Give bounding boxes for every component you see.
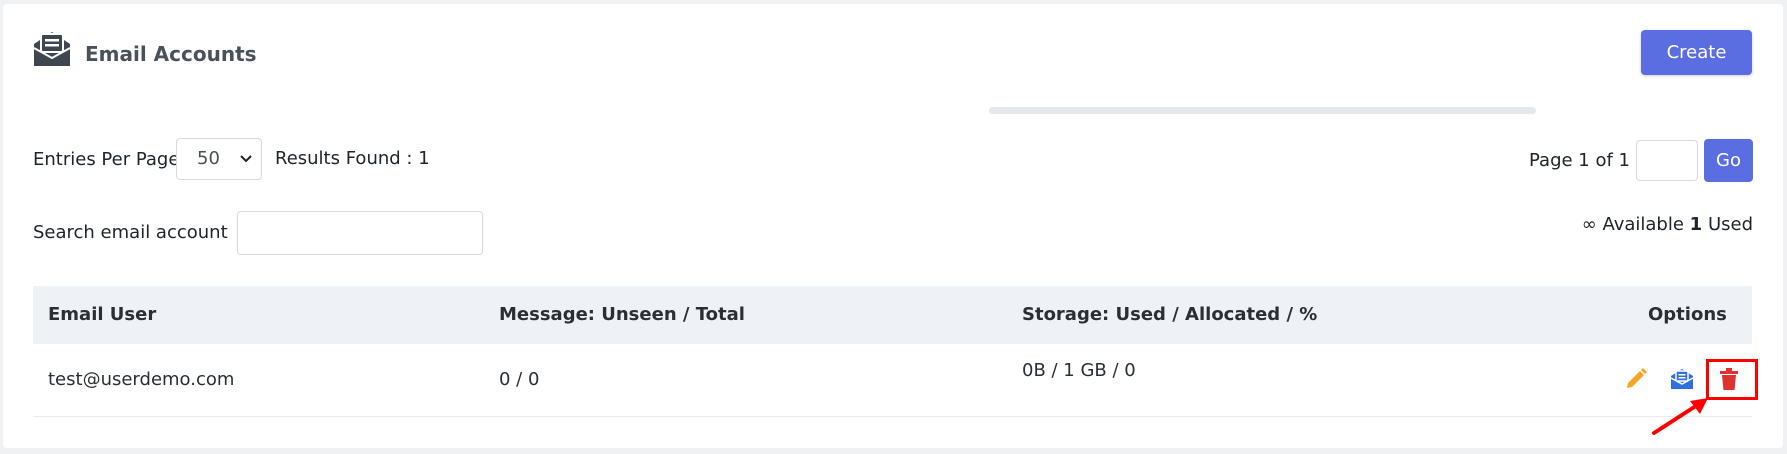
email-accounts-table: Email User Message: Unseen / Total Stora…	[33, 286, 1752, 417]
page-indicator: Page 1 of 1	[1529, 150, 1630, 171]
used-count: 1	[1689, 214, 1703, 235]
search-input[interactable]	[237, 211, 483, 255]
chevron-down-icon	[240, 155, 252, 163]
results-found-label: Results Found : 1	[275, 148, 430, 169]
envelope-open-icon	[33, 32, 71, 66]
messages-cell: 0 / 0	[499, 369, 540, 390]
search-label: Search email account	[33, 222, 228, 243]
available-label: Available	[1602, 214, 1684, 235]
create-button[interactable]: Create	[1641, 30, 1752, 75]
entries-per-page-label: Entries Per Page	[33, 149, 180, 170]
go-button[interactable]: Go	[1704, 139, 1753, 182]
envelope-open-icon[interactable]	[1669, 366, 1695, 392]
column-header-messages: Message: Unseen / Total	[499, 304, 745, 325]
page-number-input[interactable]	[1636, 140, 1698, 181]
column-header-options: Options	[1648, 304, 1727, 325]
account-usage-summary: ∞ Available 1 Used	[1582, 214, 1753, 235]
entries-per-page-select[interactable]: 50	[176, 138, 262, 180]
table-row: test@userdemo.com 0 / 0 0B / 1 GB / 0	[33, 344, 1752, 417]
used-label: Used	[1707, 214, 1753, 235]
page-title: Email Accounts	[85, 42, 257, 66]
delete-highlight-annotation	[1706, 359, 1758, 400]
column-header-storage: Storage: Used / Allocated / %	[1022, 304, 1318, 325]
annotation-arrow-icon	[1652, 398, 1708, 435]
entries-per-page-value: 50	[197, 148, 220, 169]
storage-cell: 0B / 1 GB / 0	[1022, 360, 1136, 381]
table-header: Email User Message: Unseen / Total Stora…	[33, 286, 1752, 344]
pencil-icon[interactable]	[1623, 366, 1649, 392]
email-user-cell: test@userdemo.com	[48, 369, 235, 390]
storage-usage-bar	[989, 107, 1536, 114]
infinity-symbol: ∞	[1581, 214, 1597, 235]
column-header-email-user: Email User	[48, 304, 157, 325]
